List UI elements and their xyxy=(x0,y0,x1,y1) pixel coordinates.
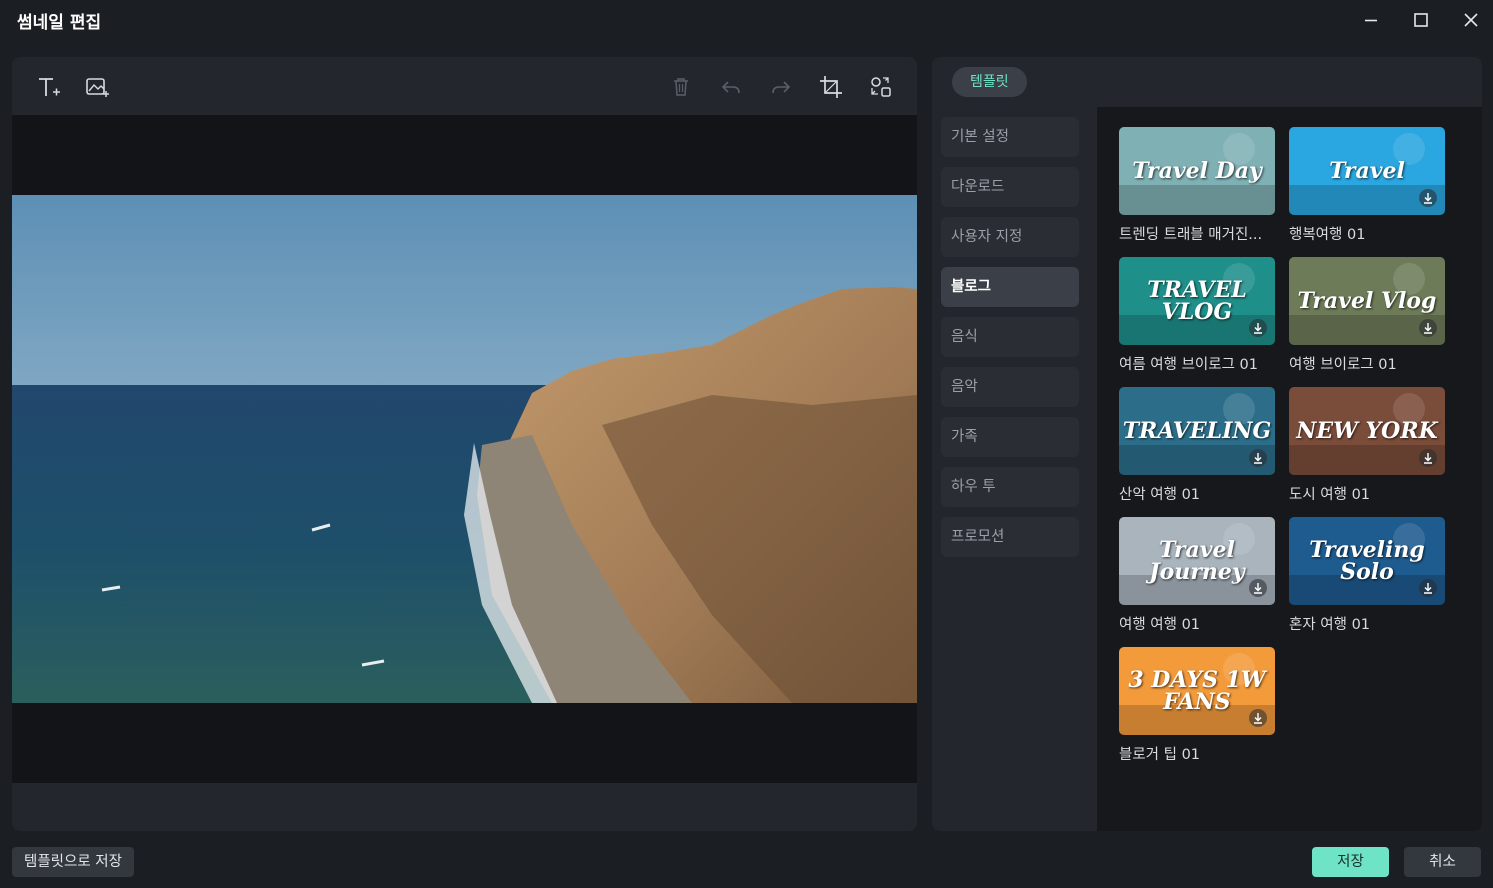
template-label: 트렌딩 트래블 매거진... xyxy=(1119,227,1263,243)
category-item[interactable]: 프로모션 xyxy=(941,517,1079,557)
category-item[interactable]: 하우 투 xyxy=(941,467,1079,507)
add-text-button[interactable] xyxy=(34,73,62,101)
template-body: 기본 설정다운로드사용자 지정블로그음식음악가족하우 투프로모션 Travel … xyxy=(932,107,1482,831)
thumbnail-image[interactable] xyxy=(12,195,917,703)
download-icon[interactable] xyxy=(1249,709,1267,727)
template-thumbnail[interactable]: TRAVELING xyxy=(1119,387,1275,475)
category-item[interactable]: 사용자 지정 xyxy=(941,217,1079,257)
delete-button[interactable] xyxy=(667,73,695,101)
add-text-icon xyxy=(39,78,60,96)
close-icon xyxy=(1464,13,1478,27)
trash-icon xyxy=(674,78,688,96)
save-as-template-button[interactable]: 템플릿으로 저장 xyxy=(12,847,134,877)
replace-icon xyxy=(871,77,891,97)
thumbnail-title: Travel Day xyxy=(1132,158,1262,184)
template-card[interactable]: 3 DAYS 1W FANS 블로거 팁 01 xyxy=(1119,647,1277,764)
template-card[interactable]: TRAVELING 산악 여행 01 xyxy=(1119,387,1277,504)
template-card[interactable]: NEW YORK 도시 여행 01 xyxy=(1289,387,1447,504)
add-image-button[interactable] xyxy=(83,73,111,101)
cancel-button[interactable]: 취소 xyxy=(1404,847,1481,877)
template-label: 행복여행 01 xyxy=(1289,227,1366,243)
template-label: 여름 여행 브이로그 01 xyxy=(1119,357,1258,373)
template-thumbnail[interactable]: Traveling Solo xyxy=(1289,517,1445,605)
download-icon[interactable] xyxy=(1419,189,1437,207)
download-icon[interactable] xyxy=(1249,319,1267,337)
template-label: 여행 여행 01 xyxy=(1119,617,1201,633)
template-card[interactable]: Travel Vlog 여행 브이로그 01 xyxy=(1289,257,1447,374)
minimize-button[interactable] xyxy=(1359,8,1383,32)
template-thumbnail[interactable]: Travel Day xyxy=(1119,127,1275,215)
template-panel: 템플릿 기본 설정다운로드사용자 지정블로그음식음악가족하우 투프로모션 Tra… xyxy=(932,57,1482,831)
template-thumbnail[interactable]: Travel Vlog xyxy=(1289,257,1445,345)
category-item[interactable]: 블로그 xyxy=(941,267,1079,307)
add-image-icon xyxy=(86,78,109,97)
category-item[interactable]: 음식 xyxy=(941,317,1079,357)
undo-button[interactable] xyxy=(717,73,745,101)
editor-panel xyxy=(12,57,917,831)
tab-templates[interactable]: 템플릿 xyxy=(952,67,1027,97)
crop-icon xyxy=(820,76,842,98)
category-item[interactable]: 음악 xyxy=(941,367,1079,407)
thumbnail-canvas[interactable] xyxy=(12,115,917,783)
template-card[interactable]: TRAVEL VLOG 여름 여행 브이로그 01 xyxy=(1119,257,1277,374)
download-icon[interactable] xyxy=(1419,319,1437,337)
template-label: 여행 브이로그 01 xyxy=(1289,357,1397,373)
template-card[interactable]: Travel Journey 여행 여행 01 xyxy=(1119,517,1277,634)
redo-icon xyxy=(772,81,791,94)
category-list: 기본 설정다운로드사용자 지정블로그음식음악가족하우 투프로모션 xyxy=(941,117,1079,567)
undo-icon xyxy=(721,81,740,94)
download-icon[interactable] xyxy=(1249,449,1267,467)
template-label: 블로거 팁 01 xyxy=(1119,747,1201,763)
template-card[interactable]: Travel Day 트렌딩 트래블 매거진... xyxy=(1119,127,1277,244)
download-icon[interactable] xyxy=(1419,579,1437,597)
editor-toolbar xyxy=(12,57,917,115)
category-item[interactable]: 기본 설정 xyxy=(941,117,1079,157)
template-card[interactable]: Traveling Solo 혼자 여행 01 xyxy=(1289,517,1447,634)
category-item[interactable]: 가족 xyxy=(941,417,1079,457)
template-label: 산악 여행 01 xyxy=(1119,487,1201,503)
template-thumbnail[interactable]: Travel xyxy=(1289,127,1445,215)
replace-background-button[interactable] xyxy=(867,73,895,101)
template-grid: Travel Day 트렌딩 트래블 매거진... Travel 행복여행 01 TRA… xyxy=(1097,107,1482,831)
template-thumbnail[interactable]: TRAVEL VLOG xyxy=(1119,257,1275,345)
template-thumbnail[interactable]: 3 DAYS 1W FANS xyxy=(1119,647,1275,735)
template-label: 혼자 여행 01 xyxy=(1289,617,1371,633)
template-thumbnail[interactable]: NEW YORK xyxy=(1289,387,1445,475)
crop-button[interactable] xyxy=(817,73,845,101)
redo-button[interactable] xyxy=(767,73,795,101)
close-button[interactable] xyxy=(1459,8,1483,32)
download-icon[interactable] xyxy=(1419,449,1437,467)
minimize-icon xyxy=(1365,19,1377,22)
save-button[interactable]: 저장 xyxy=(1312,847,1389,877)
download-icon[interactable] xyxy=(1249,579,1267,597)
window-title: 썸네일 편집 xyxy=(17,13,102,33)
title-bar: 썸네일 편집 xyxy=(0,0,1493,40)
template-card[interactable]: Travel 행복여행 01 xyxy=(1289,127,1447,244)
template-thumbnail[interactable]: Travel Journey xyxy=(1119,517,1275,605)
template-label: 도시 여행 01 xyxy=(1289,487,1371,503)
category-item[interactable]: 다운로드 xyxy=(941,167,1079,207)
maximize-icon xyxy=(1414,13,1428,27)
maximize-button[interactable] xyxy=(1409,8,1433,32)
coast-photo xyxy=(12,195,917,703)
